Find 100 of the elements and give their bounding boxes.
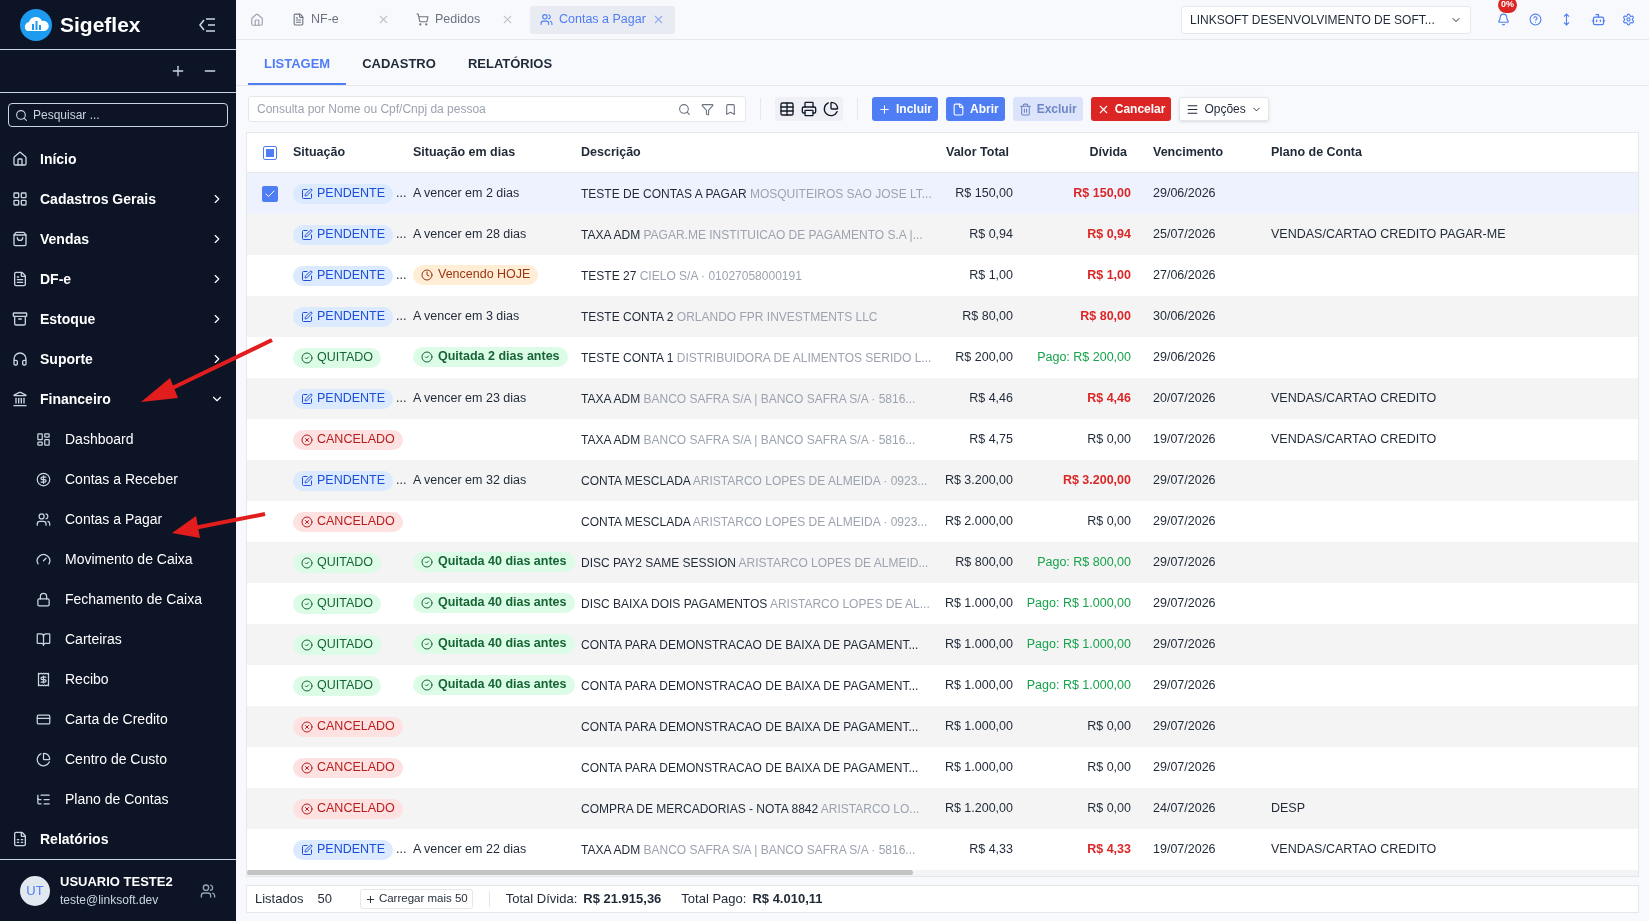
sidebar-item[interactable]: Vendas <box>0 219 236 260</box>
table-view-icon[interactable] <box>779 101 795 117</box>
description-text: COMPRA DE MERCADORIAS - NOTA 8842 ARISTARCO LO... <box>581 801 920 816</box>
sidebar-subitem[interactable]: Plano de Contas <box>0 779 236 820</box>
notification-icon[interactable] <box>1496 13 1510 26</box>
check-circle-icon <box>421 596 433 609</box>
search-icon[interactable] <box>678 102 691 116</box>
robot-icon[interactable] <box>1591 12 1606 27</box>
load-more-button[interactable]: Carregar mais 50 <box>359 889 473 909</box>
total-value: R$ 0,94 <box>969 227 1013 242</box>
sidebar-subitem[interactable]: Centro de Custo <box>0 739 236 780</box>
days-badge: Quitada 40 dias antes <box>413 592 575 613</box>
description-text: TESTE CONTA 1 DISTRIBUIDORA DE ALIMENTOS SERIDO L... <box>581 350 932 365</box>
due-date: 19/07/2026 <box>1153 842 1216 857</box>
column-header[interactable]: Vencimento <box>1153 145 1224 160</box>
column-header[interactable]: Descrição <box>581 145 641 160</box>
sidebar-subitem[interactable]: Movimento de Caixa <box>0 539 236 580</box>
description-text: DISC BAIXA DOIS PAGAMENTOS ARISTARCO LOPES DE AL... <box>581 596 930 611</box>
sidebar-item[interactable]: Relatórios <box>0 819 236 860</box>
sidebar-item[interactable]: Financeiro <box>0 379 236 420</box>
home-icon[interactable] <box>250 12 264 27</box>
open-tab[interactable]: NF-e <box>282 5 400 34</box>
account-plan: VENDAS/CARTAO CREDITO <box>1271 432 1437 447</box>
pie-chart-icon[interactable] <box>823 101 839 117</box>
bookmark-icon[interactable] <box>724 102 737 116</box>
scrollbar-thumb[interactable] <box>247 870 913 875</box>
table-row[interactable]: PENDENTE ... A vencer em 32 dias CONTA MESCLADA ARISTARCO LOPES DE ALMEIDA · 0923... R$ 3.200,00 R$ 3.200,00 29/07/2026 <box>247 460 1638 501</box>
help-icon[interactable] <box>1529 13 1542 26</box>
print-icon[interactable] <box>801 101 817 117</box>
days-badge: Vencendo HOJE <box>413 264 539 285</box>
table-row[interactable]: QUITADO Quitada 40 dias antes CONTA PARA DEMONSTRACAO DE BAIXA DE PAGAMENT... R$ 1.000,00 Pago: R$ 1.000,00 29/07/2026 <box>247 624 1638 665</box>
action-button[interactable]: Incluir <box>872 97 938 121</box>
column-header[interactable]: Situação em dias <box>413 145 516 160</box>
tab[interactable]: LISTAGEM <box>248 45 347 85</box>
tab[interactable]: RELATÓRIOS <box>451 45 569 85</box>
action-button[interactable]: Cancelar <box>1090 97 1172 121</box>
search-field[interactable]: Pesquisar ... <box>8 103 228 128</box>
sidebar-subitem[interactable]: Contas a Receber <box>0 459 236 500</box>
account-plan: VENDAS/CARTAO CREDITO PAGAR-ME <box>1271 227 1506 242</box>
due-date: 29/07/2026 <box>1153 637 1216 652</box>
sidebar-item[interactable]: Suporte <box>0 339 236 380</box>
action-button[interactable]: Abrir <box>946 97 1005 121</box>
open-tab[interactable]: Pedidos <box>406 5 524 34</box>
status-icon <box>301 392 313 405</box>
total-value: R$ 800,00 <box>955 555 1013 570</box>
sidebar-item[interactable]: Cadastros Gerais <box>0 179 236 220</box>
status-badge: CANCELADO <box>293 716 403 737</box>
row-checkbox[interactable] <box>262 185 278 202</box>
sidebar-item[interactable]: Estoque <box>0 299 236 340</box>
status-icon <box>301 310 313 323</box>
sidebar-item[interactable]: DF-e <box>0 259 236 300</box>
status-icon <box>301 515 313 528</box>
options-menu-button[interactable]: Opções <box>1179 97 1269 121</box>
table-row[interactable]: CANCELADO COMPRA DE MERCADORIAS - NOTA 8842 ARISTARCO LO... R$ 1.200,00 R$ 0,00 24/07/2026 DESP <box>247 788 1638 829</box>
status-badge: CANCELADO <box>293 757 403 778</box>
table-row[interactable]: PENDENTE ... A vencer em 2 dias TESTE DE CONTAS A PAGAR MOSQUITEIROS SAO JOSE LT... R$ 150,00 R$ 150,00 29/06/2026 <box>247 173 1638 214</box>
sidebar-subitem[interactable]: Dashboard <box>0 419 236 460</box>
users-icon[interactable] <box>200 882 216 899</box>
debt-value: R$ 0,94 <box>1087 227 1131 242</box>
trash-icon <box>1018 102 1032 116</box>
days-badge: Quitada 40 dias antes <box>413 674 575 695</box>
due-date: 29/06/2026 <box>1153 350 1216 365</box>
column-header[interactable]: Plano de Conta <box>1271 145 1362 160</box>
select-all-checkbox[interactable] <box>263 145 277 160</box>
table-row[interactable]: QUITADO Quitada 40 dias antes DISC PAY2 SAME SESSION ARISTARCO LOPES DE ALMEID... R$ 800,00 Pago: R$ 800,00 29/07/2026 <box>247 542 1638 583</box>
sidebar-subitem[interactable]: Contas a Pagar <box>0 499 236 540</box>
table-row[interactable]: PENDENTE ... A vencer em 3 dias TESTE CONTA 2 ORLANDO FPR INVESTMENTS LLC R$ 80,00 R$ 80,00 30/06/2026 <box>247 296 1638 337</box>
days-badge: Quitada 2 dias antes <box>413 346 568 367</box>
debt-value: R$ 150,00 <box>1073 186 1131 201</box>
status-icon <box>301 638 313 651</box>
sidebar-subitem[interactable]: Recibo <box>0 659 236 700</box>
tab[interactable]: CADASTRO <box>346 45 452 85</box>
search-input[interactable]: Consulta por Nome ou Cpf/Cnpj da pessoa <box>257 100 668 118</box>
due-date: 29/07/2026 <box>1153 596 1216 611</box>
sidebar-subitem[interactable]: Carta de Credito <box>0 699 236 740</box>
company-select[interactable]: LINKSOFT DESENVOLVIMENTO DE SOFT... <box>1181 5 1471 34</box>
debt-value: Pago: R$ 1.000,00 <box>1026 596 1131 611</box>
column-header[interactable]: Valor Total <box>946 145 1009 160</box>
status-icon <box>301 556 313 569</box>
sidebar-item[interactable]: Início <box>0 139 236 180</box>
check-circle-icon <box>421 555 433 568</box>
total-debt-label: Total Dívida: <box>505 890 578 909</box>
collapse-sidebar-icon[interactable] <box>198 16 216 33</box>
filter-icon[interactable] <box>701 102 714 116</box>
table-row[interactable]: CANCELADO CONTA PARA DEMONSTRACAO DE BAIXA DE PAGAMENT... R$ 1.000,00 R$ 0,00 29/07/2026 <box>247 706 1638 747</box>
search-field[interactable]: Consulta por Nome ou Cpf/Cnpj da pessoa <box>248 96 746 122</box>
search-input[interactable]: Pesquisar ... <box>33 106 221 125</box>
column-header[interactable]: Situação <box>293 145 346 160</box>
status-badge: PENDENTE <box>293 306 394 327</box>
due-date: 30/06/2026 <box>1153 309 1216 324</box>
settings-icon[interactable] <box>1622 13 1635 26</box>
sidebar-subitem[interactable]: Carteiras <box>0 619 236 660</box>
days-text: A vencer em 28 dias <box>413 227 527 242</box>
sidebar-subitem[interactable]: Fechamento de Caixa <box>0 579 236 620</box>
table-row[interactable]: PENDENTE ... A vencer em 23 dias TAXA ADM BANCO SAFRA S/A | BANCO SAFRA S/A · 5816... R$ 4,46 R$ 4,46 20/07/2026 VENDAS/CARTAO CREDITO <box>247 378 1638 419</box>
table-row[interactable]: PENDENTE ... A vencer em 28 dias TAXA ADM PAGAR.ME INSTITUICAO DE PAGAMENTO S.A |... R$ 0,94 R$ 0,94 25/07/2026 VENDAS/CARTAO CREDITO PAGAR-ME <box>247 214 1638 255</box>
total-value: R$ 150,00 <box>955 186 1013 201</box>
debt-value: R$ 0,00 <box>1087 514 1131 529</box>
column-header[interactable]: Dívida <box>1089 145 1127 160</box>
search-icon <box>15 108 28 122</box>
